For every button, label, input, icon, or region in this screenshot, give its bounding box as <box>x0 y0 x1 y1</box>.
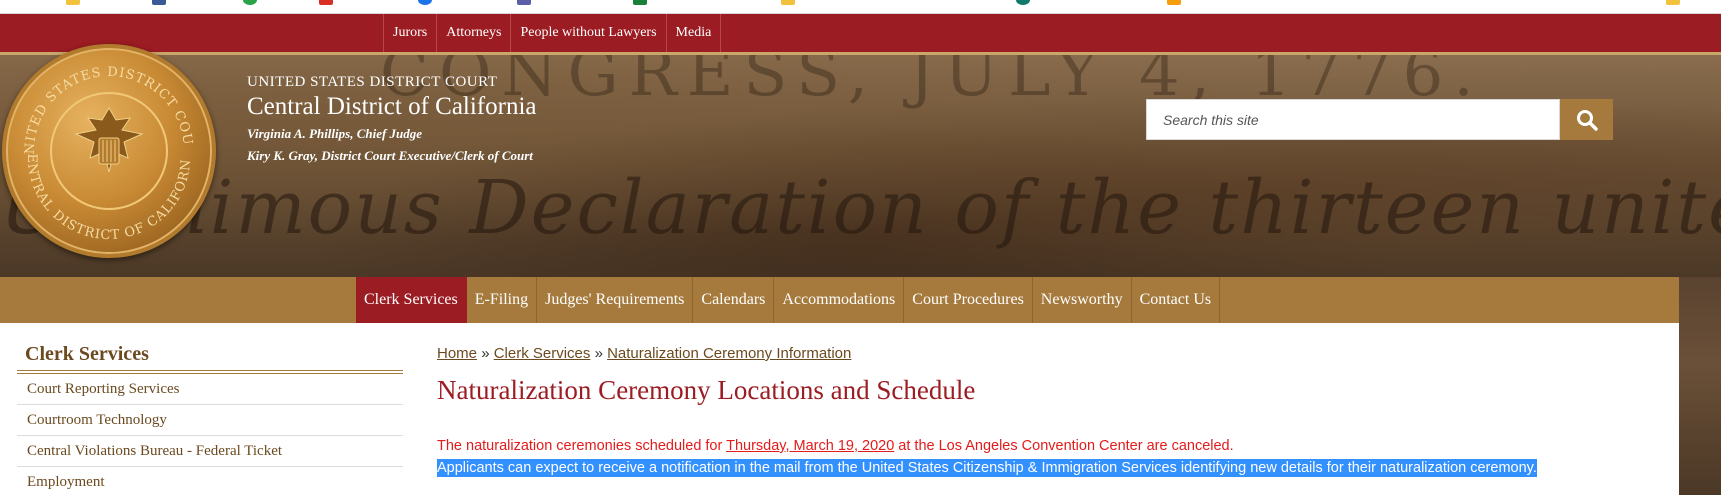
search-button[interactable] <box>1560 99 1613 140</box>
notice-date-link[interactable]: Thursday, March 19, 2020 <box>726 438 894 454</box>
sidebar-item-courtroom-technology[interactable]: Courtroom Technology <box>17 405 403 436</box>
nav-media[interactable]: Media <box>667 14 722 52</box>
search-icon <box>1576 109 1598 131</box>
sidebar-item-court-reporting[interactable]: Court Reporting Services <box>17 374 403 405</box>
background-edge <box>1679 277 1721 495</box>
breadcrumb-separator: » <box>481 345 490 362</box>
breadcrumb-current[interactable]: Naturalization Ceremony Information <box>607 345 851 362</box>
bookmark-icon[interactable] <box>1167 0 1181 5</box>
banner-background-text: Unanimous Declaration of the thirteen un… <box>0 165 1721 251</box>
nav-people-without-lawyers[interactable]: People without Lawyers <box>511 14 667 52</box>
nav-attorneys[interactable]: Attorneys <box>437 14 512 52</box>
sidebar-item-central-violations-bureau[interactable]: Central Violations Bureau - Federal Tick… <box>17 436 403 467</box>
court-name[interactable]: UNITED STATES DISTRICT COURT <box>247 74 537 91</box>
nav-clerk-services[interactable]: Clerk Services <box>356 277 467 323</box>
nav-contact-us[interactable]: Contact Us <box>1132 277 1221 323</box>
nav-calendars[interactable]: Calendars <box>693 277 775 323</box>
page-title: Naturalization Ceremony Locations and Sc… <box>437 375 976 405</box>
bookmarks-bar <box>0 0 1721 14</box>
court-title-block: UNITED STATES DISTRICT COURT Central Dis… <box>247 74 537 164</box>
notice-text-end: at the Los Angeles Convention Center are… <box>894 438 1234 454</box>
search-box <box>1146 99 1560 140</box>
bookmark-icon[interactable] <box>418 0 432 5</box>
court-seal-icon[interactable]: UNITED STATES DISTRICT COURT CENTRAL DIS… <box>2 44 216 258</box>
breadcrumb-home[interactable]: Home <box>437 345 477 362</box>
nav-e-filing[interactable]: E-Filing <box>467 277 538 323</box>
nav-court-procedures[interactable]: Court Procedures <box>904 277 1033 323</box>
main-content: Home » Clerk Services » Naturalization C… <box>437 345 1667 477</box>
main-nav: Clerk Services E-Filing Judges' Requirem… <box>0 277 1679 323</box>
bookmark-icon[interactable] <box>517 0 531 5</box>
seal-lettering: UNITED STATES DISTRICT COURT CENTRAL DIS… <box>6 48 194 243</box>
selected-notification-text: Applicants can expect to receive a notif… <box>437 459 1537 477</box>
district-name[interactable]: Central District of California <box>247 93 537 121</box>
bookmark-icon[interactable] <box>781 0 795 5</box>
bookmark-icon[interactable] <box>1666 0 1680 5</box>
eagle-icon <box>74 107 144 173</box>
nav-newsworthy[interactable]: Newsworthy <box>1033 277 1132 323</box>
sidebar: Clerk Services Court Reporting Services … <box>17 337 403 495</box>
bookmark-icon[interactable] <box>633 0 647 5</box>
bookmark-icon[interactable] <box>243 0 257 5</box>
bookmark-icon[interactable] <box>319 0 333 5</box>
bookmark-icon[interactable] <box>1016 0 1030 5</box>
breadcrumb-clerk-services[interactable]: Clerk Services <box>494 345 591 362</box>
breadcrumb: Home » Clerk Services » Naturalization C… <box>437 345 1667 362</box>
clerk-of-court: Kiry K. Gray, District Court Executive/C… <box>247 148 533 163</box>
nav-accommodations[interactable]: Accommodations <box>774 277 905 323</box>
notice-text-start: The naturalization ceremonies scheduled … <box>437 438 727 454</box>
facebook-bookmark-icon[interactable] <box>152 0 166 5</box>
search-input[interactable] <box>1147 100 1559 139</box>
utility-nav: Jurors Attorneys People without Lawyers … <box>0 14 1721 55</box>
sidebar-title: Clerk Services <box>17 337 403 374</box>
nav-judges-requirements[interactable]: Judges' Requirements <box>537 277 694 323</box>
breadcrumb-separator: » <box>594 345 603 362</box>
nav-jurors[interactable]: Jurors <box>384 14 438 52</box>
chief-judge: Virginia A. Phillips, Chief Judge <box>247 126 423 141</box>
bookmark-icon[interactable] <box>66 0 80 5</box>
cancellation-notice: The naturalization ceremonies scheduled … <box>437 438 1234 454</box>
sidebar-item-employment[interactable]: Employment <box>17 467 403 495</box>
